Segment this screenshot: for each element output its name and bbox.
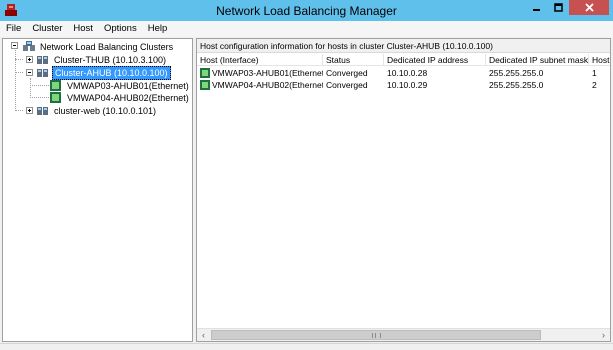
window-title: Network Load Balancing Manager <box>216 4 397 18</box>
minimize-icon <box>532 9 540 11</box>
tree-cluster-web[interactable]: cluster-web (10.10.0.101) <box>37 104 158 117</box>
cell-priority: 2 <box>592 80 597 90</box>
column-header-status[interactable]: Status <box>323 54 384 66</box>
tree-connector <box>15 72 23 73</box>
maximize-button[interactable] <box>547 0 569 15</box>
cluster-label: cluster-web (10.10.0.101) <box>54 105 157 116</box>
tree-cluster-thub[interactable]: Cluster-THUB (10.10.3.100) <box>37 53 168 66</box>
host-icon <box>50 80 61 91</box>
scroll-right-button[interactable]: › <box>597 329 610 341</box>
table-row[interactable]: VMWAP04-AHUB02(Ethernet) <box>197 79 323 91</box>
column-header-ip[interactable]: Dedicated IP address <box>384 54 486 66</box>
cell-ip: 10.10.0.29 <box>387 80 428 90</box>
expander-root[interactable] <box>11 42 18 49</box>
host-icon <box>200 68 210 78</box>
column-header-priority[interactable]: Host <box>589 54 610 66</box>
chevron-right-icon: › <box>602 330 605 340</box>
host-label: VMWAP04-AHUB02(Ethernet) <box>67 92 189 103</box>
column-header-host[interactable]: Host (Interface) <box>197 54 323 66</box>
cell-ip: 10.10.0.28 <box>387 68 428 78</box>
window-controls <box>525 0 609 16</box>
cluster-icon <box>37 107 48 115</box>
tree-connector <box>30 97 49 98</box>
menu-file[interactable]: File <box>0 21 26 37</box>
cluster-label: Cluster-THUB (10.10.3.100) <box>54 54 167 65</box>
cell-status: Converged <box>326 68 368 78</box>
tree-connector <box>30 85 49 86</box>
chevron-left-icon: ‹ <box>202 330 205 340</box>
column-header-subnet[interactable]: Dedicated IP subnet mask <box>486 54 589 66</box>
host-icon <box>200 80 210 90</box>
table-row[interactable]: VMWAP03-AHUB01(Ethernet) <box>197 67 323 79</box>
cell-subnet: 255.255.255.0 <box>489 68 544 78</box>
nlb-clusters-icon <box>23 41 35 51</box>
tree-connector <box>30 78 31 98</box>
cell-host: VMWAP04-AHUB02(Ethernet) <box>212 80 323 90</box>
scroll-left-button[interactable]: ‹ <box>197 329 210 341</box>
tree-connector <box>15 59 23 60</box>
cluster-icon <box>37 69 48 77</box>
host-details-pane: Host configuration information for hosts… <box>196 38 611 342</box>
host-icon <box>50 92 61 103</box>
cell-status: Converged <box>326 80 368 90</box>
menu-help[interactable]: Help <box>142 21 173 37</box>
expander-cluster-ahub[interactable] <box>26 69 33 76</box>
title-bar[interactable]: Network Load Balancing Manager <box>0 0 613 21</box>
scroll-thumb[interactable] <box>211 330 541 340</box>
expander-cluster-web[interactable] <box>26 107 33 114</box>
tree-host-vmwap04[interactable]: VMWAP04-AHUB02(Ethernet) <box>50 91 191 104</box>
cell-host: VMWAP03-AHUB01(Ethernet) <box>212 68 323 78</box>
cluster-tree[interactable]: Network Load Balancing Clusters Cluster-… <box>2 38 193 342</box>
menu-options[interactable]: Options <box>98 21 142 37</box>
menu-cluster[interactable]: Cluster <box>26 21 67 37</box>
close-button[interactable] <box>569 0 609 15</box>
cell-subnet: 255.255.255.0 <box>489 80 544 90</box>
tree-root-label: Network Load Balancing Clusters <box>40 41 174 52</box>
host-label: VMWAP03-AHUB01(Ethernet) <box>67 80 189 91</box>
minimize-button[interactable] <box>525 0 547 15</box>
close-icon <box>584 3 594 12</box>
grip-icon <box>371 332 381 338</box>
tree-root[interactable]: Network Load Balancing Clusters <box>23 40 175 53</box>
cluster-label-selected: Cluster-AHUB (10.10.0.100) <box>52 65 171 80</box>
expander-cluster-thub[interactable] <box>26 56 33 63</box>
horizontal-scrollbar[interactable]: ‹ › <box>197 328 610 341</box>
menu-bar: File Cluster Host Options Help <box>0 21 613 37</box>
tree-connector <box>15 110 23 111</box>
cluster-icon <box>37 56 48 64</box>
cluster-info-bar: Host configuration information for hosts… <box>197 39 610 53</box>
maximize-icon <box>553 3 563 12</box>
cell-priority: 1 <box>592 68 597 78</box>
menu-host[interactable]: Host <box>67 21 98 37</box>
tree-cluster-ahub[interactable]: Cluster-AHUB (10.10.0.100) <box>37 65 171 80</box>
